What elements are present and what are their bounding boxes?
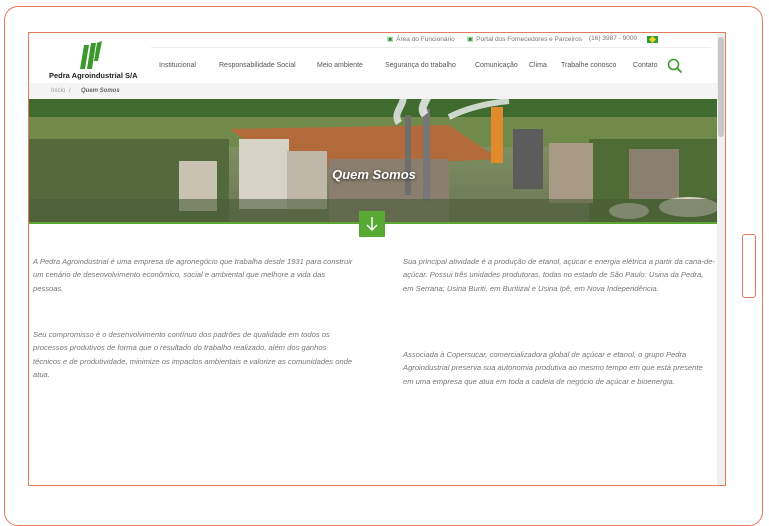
- main-nav: Institucional Responsabilidade Social Me…: [151, 47, 711, 82]
- brand-name: Pedra Agroindustrial S/A: [49, 71, 138, 80]
- nav-comunicacao[interactable]: Comunicação: [475, 62, 518, 69]
- utility-phone: (16) 3987 - 9000: [589, 35, 638, 42]
- nav-clima[interactable]: Clima: [529, 62, 547, 69]
- breadcrumb: Início / Quem Somos: [29, 83, 719, 99]
- hero-title: Quem Somos: [332, 167, 416, 182]
- content-right-column: Sua principal atividade é a produção de …: [403, 255, 715, 386]
- document-icon: ▣: [387, 36, 394, 43]
- industrial-plant-image: [29, 99, 719, 223]
- document-icon: ▣: [467, 36, 474, 43]
- paragraph: A Pedra Agroindustrial é uma empresa de …: [33, 257, 353, 293]
- nav-responsabilidade-social[interactable]: Responsabilidade Social: [219, 62, 296, 69]
- brazil-flag-icon[interactable]: [647, 36, 658, 43]
- brand-logo[interactable]: Pedra Agroindustrial S/A: [49, 41, 139, 81]
- side-button[interactable]: [742, 234, 756, 298]
- nav-contato[interactable]: Contato: [633, 62, 658, 69]
- scrollbar[interactable]: [717, 33, 725, 485]
- nav-institucional[interactable]: Institucional: [159, 62, 196, 69]
- search-icon[interactable]: [667, 58, 683, 74]
- paragraph: Associada à Copersucar, comercializadora…: [403, 350, 703, 386]
- scroll-down-button[interactable]: [359, 211, 385, 237]
- logo-mark-icon: [80, 41, 102, 69]
- nav-seguranca-trabalho[interactable]: Segurança do trabalho: [385, 62, 456, 69]
- paragraph: Seu compromisso é o desenvolvimento cont…: [33, 330, 353, 379]
- breadcrumb-current: Quem Somos: [81, 88, 120, 94]
- nav-trabalhe-conosco[interactable]: Trabalhe conosco: [561, 62, 616, 69]
- browser-viewport: ▣ Área do Funcionário ▣ Portal dos Fornece…: [28, 32, 726, 486]
- utility-link-suppliers[interactable]: ▣ Portal dos Fornecedores e Parceiros: [467, 35, 582, 43]
- utility-link-employee[interactable]: ▣ Área do Funcionário: [387, 35, 455, 43]
- breadcrumb-home[interactable]: Início: [51, 88, 65, 94]
- scrollbar-thumb[interactable]: [718, 37, 724, 137]
- breadcrumb-separator: /: [69, 88, 71, 94]
- arrow-down-icon: [366, 217, 378, 231]
- hero-banner: Quem Somos: [29, 99, 719, 223]
- content-left-column: A Pedra Agroindustrial é uma empresa de …: [33, 255, 353, 379]
- nav-meio-ambiente[interactable]: Meio ambiente: [317, 62, 363, 69]
- paragraph: Sua principal atividade é a produção de …: [403, 257, 715, 293]
